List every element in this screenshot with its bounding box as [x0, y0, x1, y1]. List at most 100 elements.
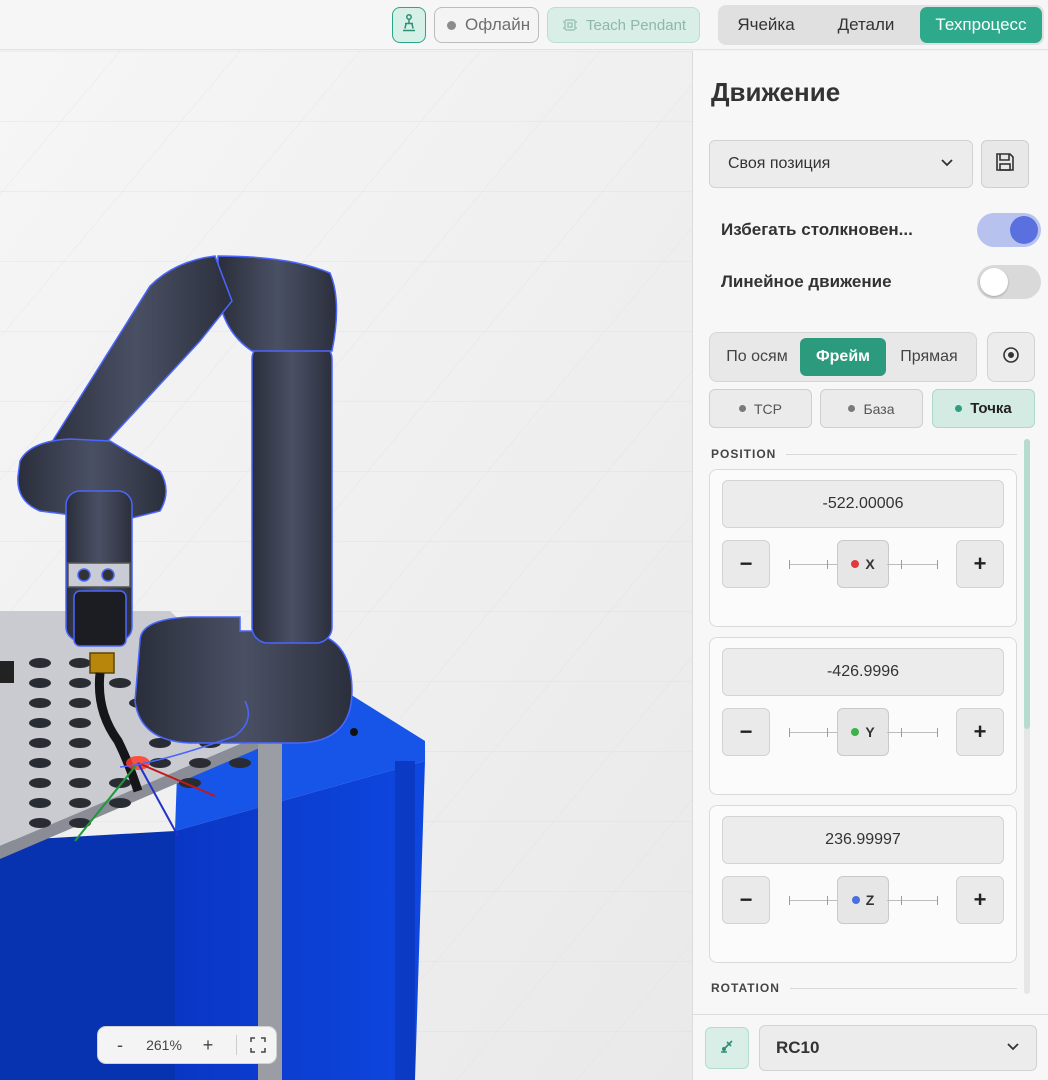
frame-tcp-label: TCP	[754, 400, 782, 417]
jog-tick	[827, 560, 828, 569]
jog-track	[887, 732, 937, 733]
position-select-value: Своя позиция	[728, 155, 831, 172]
robot-icon	[399, 13, 419, 38]
jog-tick	[901, 560, 902, 569]
rotation-section-header: ROTATION	[711, 981, 1017, 994]
robot-selector-bar: RC10	[693, 1014, 1048, 1080]
divider	[236, 1035, 237, 1055]
jog-tick	[937, 896, 938, 905]
axis-z-value-input[interactable]: 236.99997	[722, 816, 1004, 864]
frame-tcp-button[interactable]: TCP	[709, 389, 812, 428]
axis-x-jog-handle[interactable]: X	[837, 540, 889, 588]
frame-point-label: Точка	[970, 400, 1012, 417]
axis-z-color-dot	[851, 896, 860, 904]
chip-icon	[562, 17, 578, 33]
axis-z-minus-button[interactable]: −	[722, 876, 770, 924]
main-tabs: Ячейка Детали Техпроцесс	[718, 5, 1044, 45]
jog-tick	[901, 728, 902, 737]
axis-y-color-dot	[851, 728, 860, 736]
frame-dot	[955, 405, 963, 412]
frame-base-label: База	[863, 400, 895, 417]
scrollbar-thumb[interactable]	[1024, 439, 1030, 729]
target-button[interactable]	[987, 332, 1035, 382]
robot-model-value: RC10	[776, 1038, 820, 1057]
mode-straight[interactable]: Прямая	[886, 338, 972, 376]
rotation-header-label: ROTATION	[711, 981, 780, 994]
jog-scroll-area[interactable]: POSITION -522.00006 − X + -426.9996 − Y …	[693, 439, 1048, 994]
axis-card-x: -522.00006 − X +	[709, 469, 1017, 627]
position-section-header: POSITION	[711, 447, 1017, 461]
tab-cell[interactable]: Ячейка	[720, 7, 812, 43]
jog-tick	[789, 728, 790, 737]
chevron-down-icon	[940, 155, 954, 174]
axis-x-label: X	[865, 556, 875, 572]
divider	[786, 453, 1017, 455]
jog-track	[887, 564, 937, 565]
collision-avoidance-row: Избегать столкновен...	[721, 213, 1041, 247]
tab-process[interactable]: Техпроцесс	[920, 7, 1042, 43]
top-bar: Офлайн Teach Pendant Ячейка Детали Техпр…	[0, 0, 1048, 50]
robot-model-select[interactable]: RC10	[759, 1025, 1037, 1071]
mode-frame[interactable]: Фрейм	[800, 338, 886, 376]
status-dot	[447, 20, 456, 30]
linear-motion-label: Линейное движение	[721, 272, 892, 291]
jog-track	[789, 732, 837, 733]
teach-pendant-button[interactable]: Teach Pendant	[547, 7, 700, 43]
mode-joints[interactable]: По осям	[714, 338, 800, 376]
jog-track	[789, 900, 837, 901]
save-position-button[interactable]	[981, 140, 1029, 188]
connection-status-label: Офлайн	[465, 15, 531, 34]
axis-z-jog-handle[interactable]: Z	[837, 876, 889, 924]
jog-tick	[789, 560, 790, 569]
fullscreen-icon[interactable]	[243, 1037, 273, 1053]
frame-base-button[interactable]: База	[820, 389, 923, 428]
toggle-knob	[980, 268, 1008, 296]
motion-mode-selector: По осям Фрейм Прямая	[709, 332, 977, 382]
frame-point-button[interactable]: Точка	[932, 389, 1035, 428]
divider	[789, 987, 1017, 989]
linear-motion-toggle[interactable]	[977, 265, 1041, 299]
robot-arm-icon	[718, 1037, 736, 1060]
zoom-out-button[interactable]: -	[98, 1035, 142, 1056]
zoom-level: 261%	[146, 1037, 182, 1053]
jog-tick	[901, 896, 902, 905]
axis-card-z: 236.99997 − Z +	[709, 805, 1017, 963]
axis-y-jog-handle[interactable]: Y	[837, 708, 889, 756]
axis-card-y: -426.9996 − Y +	[709, 637, 1017, 795]
axis-z-label: Z	[865, 892, 875, 908]
tab-parts[interactable]: Детали	[812, 7, 920, 43]
target-icon	[1002, 346, 1020, 369]
floppy-disk-icon	[994, 151, 1016, 178]
axis-x-value-input[interactable]: -522.00006	[722, 480, 1004, 528]
axis-y-label: Y	[865, 724, 875, 740]
axis-x-minus-button[interactable]: −	[722, 540, 770, 588]
axis-x-color-dot	[851, 560, 860, 568]
jog-track	[887, 900, 937, 901]
collision-avoidance-toggle[interactable]	[977, 213, 1041, 247]
linear-motion-row: Линейное движение	[721, 265, 1041, 299]
zoom-in-button[interactable]: +	[186, 1035, 230, 1056]
axis-z-plus-button[interactable]: +	[956, 876, 1004, 924]
jog-tick	[937, 560, 938, 569]
jog-tick	[827, 728, 828, 737]
motion-panel: Движение Своя позиция Избегать столкнове…	[692, 51, 1048, 1080]
scene-canvas[interactable]	[0, 51, 692, 1080]
frame-dot	[848, 405, 856, 412]
jog-tick	[937, 728, 938, 737]
position-select[interactable]: Своя позиция	[709, 140, 973, 188]
jog-tick	[827, 896, 828, 905]
zoom-toolbar: - 261% +	[97, 1026, 277, 1064]
connection-status-button[interactable]: Офлайн	[434, 7, 539, 43]
robot-arm-button[interactable]	[705, 1027, 749, 1069]
axis-x-plus-button[interactable]: +	[956, 540, 1004, 588]
axis-y-value-input[interactable]: -426.9996	[722, 648, 1004, 696]
frame-dot	[739, 405, 746, 412]
collision-avoidance-label: Избегать столкновен...	[721, 220, 913, 239]
jog-track	[789, 564, 837, 565]
axis-y-plus-button[interactable]: +	[956, 708, 1004, 756]
3d-viewport[interactable]: - 261% +	[0, 51, 692, 1080]
axis-y-minus-button[interactable]: −	[722, 708, 770, 756]
robot-connect-button[interactable]	[392, 7, 426, 43]
teach-pendant-label: Teach Pendant	[586, 16, 687, 34]
jog-tick	[789, 896, 790, 905]
